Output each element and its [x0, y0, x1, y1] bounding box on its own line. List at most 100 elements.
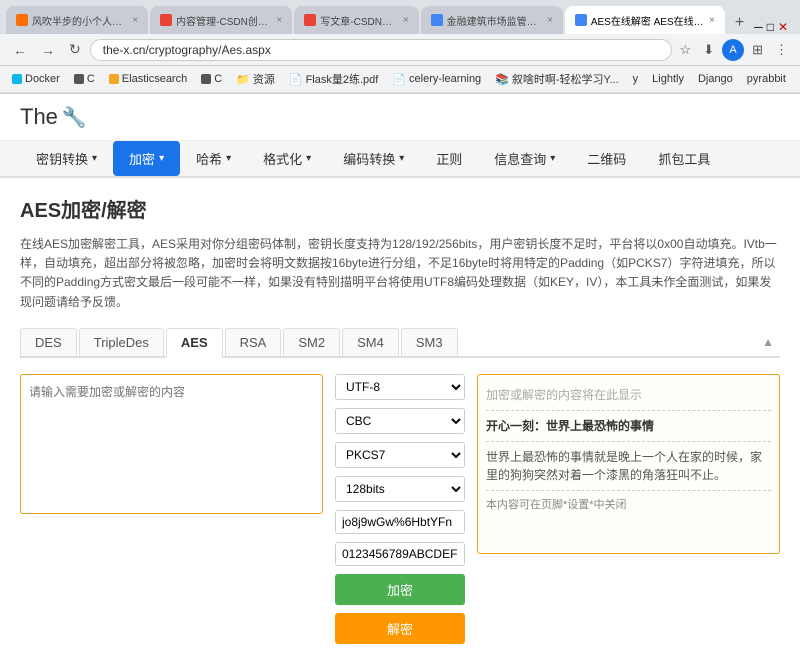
browser-chrome: 风吹半步的小个人小空间_哔哩... × 内容管理-CSDN创作中心 × 写文章-… — [0, 0, 800, 94]
bookmark-pyrabbit[interactable]: pyrabbit — [743, 71, 790, 87]
nav-key-convert-arrow: ▾ — [92, 153, 97, 164]
tab-1-label: 风吹半步的小个人小空间_哔哩... — [32, 13, 128, 28]
nav-icons: ☆ ⬇ A ⊞ ⋮ — [676, 39, 792, 61]
bookmark-celery[interactable]: 📄celery-learning — [388, 71, 485, 88]
nav-qrcode[interactable]: 二维码 — [571, 141, 642, 176]
y-icon: y — [633, 73, 639, 85]
maximize-button[interactable]: □ — [767, 20, 774, 34]
cipher-output-panel: 加密或解密的内容将在此显示 开心一刻：世界上最恐怖的事情 世界上最恐怖的事情就是… — [477, 374, 780, 644]
tab-1-close[interactable]: × — [132, 15, 138, 26]
logo-text: The — [20, 104, 58, 130]
output-divider-1 — [486, 410, 771, 411]
site-header: The 🔧 — [0, 94, 800, 141]
bookmark-resource[interactable]: 📁资源 — [232, 69, 279, 89]
decrypt-button[interactable]: 解密 — [335, 613, 465, 644]
forward-button[interactable]: → — [36, 39, 60, 61]
tab-4-favicon — [431, 14, 443, 26]
output-note: 本内容可在页脚*设置*中关闭 — [486, 497, 771, 514]
tab-tripledes[interactable]: TripleDes — [79, 328, 164, 356]
bookmark-django[interactable]: Django — [694, 71, 737, 87]
download-button[interactable]: ⬇ — [699, 40, 718, 60]
cipher-input-panel — [20, 374, 323, 644]
nav-encrypt[interactable]: 加密 ▾ — [113, 141, 180, 176]
elastic-icon — [109, 74, 119, 84]
output-divider-3 — [486, 490, 771, 491]
tab-5-favicon — [575, 14, 587, 26]
reload-button[interactable]: ↻ — [64, 38, 86, 61]
flask-icon: 📄 — [289, 73, 303, 86]
tab-sm4[interactable]: SM4 — [342, 328, 399, 356]
encrypt-button[interactable]: 加密 — [335, 574, 465, 605]
tab-sm3[interactable]: SM3 — [401, 328, 458, 356]
tab-rsa[interactable]: RSA — [225, 328, 282, 356]
profile-button[interactable]: A — [722, 39, 744, 61]
main-content: AES加密/解密 在线AES加密解密工具，AES采用对你分组密码体制，密钥长度支… — [0, 178, 800, 660]
tab-4[interactable]: 金融建筑市场监管公共服务平... × — [421, 6, 563, 34]
minimize-button[interactable]: ─ — [754, 20, 763, 34]
nav-info[interactable]: 信息查询 ▾ — [478, 141, 571, 176]
iv-input[interactable] — [335, 542, 465, 566]
nav-encode-arrow: ▾ — [399, 153, 404, 164]
bookmark-zstd[interactable]: 知识付费善书笔-zstd — [796, 69, 800, 89]
nav-packet[interactable]: 抓包工具 — [642, 141, 726, 176]
bookmark-c1[interactable]: C — [70, 71, 99, 87]
key-input[interactable] — [335, 510, 465, 534]
bookmark-star-button[interactable]: ☆ — [676, 40, 696, 60]
tab-3-close[interactable]: × — [403, 15, 409, 26]
celery-icon: 📄 — [392, 73, 406, 86]
padding-select[interactable]: PKCS7 ISO10126 AnsiX923 ZeroPadding NoPa… — [335, 442, 465, 468]
tab-4-label: 金融建筑市场监管公共服务平... — [447, 13, 543, 28]
bits-select[interactable]: 128bits 192bits 256bits — [335, 476, 465, 502]
cipher-tab-arrow: ▲ — [756, 329, 780, 355]
cipher-controls-panel: UTF-8 GBK Base64 CBC ECB CTR CFB OFB PKC… — [335, 374, 465, 644]
nav-hash[interactable]: 哈希 ▾ — [180, 141, 247, 176]
learn-icon: 📚 — [495, 73, 509, 86]
output-divider-2 — [486, 441, 771, 442]
nav-format[interactable]: 格式化 ▾ — [247, 141, 327, 176]
nav-hash-arrow: ▾ — [226, 153, 231, 164]
encoding-select[interactable]: UTF-8 GBK Base64 — [335, 374, 465, 400]
plaintext-input[interactable] — [20, 374, 323, 514]
logo-icon: 🔧 — [62, 105, 87, 130]
bookmark-flask[interactable]: 📄Flask量2练.pdf — [285, 69, 382, 89]
menu-button[interactable]: ⋮ — [771, 40, 792, 60]
page-content: The 🔧 密钥转换 ▾ 加密 ▾ 哈希 ▾ 格式化 ▾ 编码转换 ▾ 正则 信… — [0, 94, 800, 660]
tab-3[interactable]: 写文章-CSDN博客 × — [294, 6, 418, 34]
tab-4-close[interactable]: × — [547, 15, 553, 26]
new-tab-button[interactable]: + — [727, 12, 752, 34]
bookmarks-bar: Docker C Elasticsearch C 📁资源 📄Flask量2练.p… — [0, 66, 800, 93]
tab-5-close[interactable]: × — [709, 15, 715, 26]
bookmark-lightly[interactable]: Lightly — [648, 71, 688, 87]
cipher-area: UTF-8 GBK Base64 CBC ECB CTR CFB OFB PKC… — [20, 374, 780, 644]
page-title: AES加密/解密 — [20, 194, 780, 223]
tab-5[interactable]: AES在线解密 AES在线加密 A... × — [565, 6, 725, 34]
tab-sm2[interactable]: SM2 — [283, 328, 340, 356]
output-line-1: 开心一刻：世界上最恐怖的事情 — [486, 417, 771, 435]
bookmark-learn[interactable]: 📚叙啥时啊-轻松学习Y... — [491, 69, 622, 89]
close-window-button[interactable]: ✕ — [778, 20, 788, 34]
bookmark-docker[interactable]: Docker — [8, 71, 64, 87]
nav-bar: ← → ↻ ☆ ⬇ A ⊞ ⋮ — [0, 34, 800, 66]
c-icon — [74, 74, 84, 84]
tab-2[interactable]: 内容管理-CSDN创作中心 × — [150, 6, 292, 34]
tab-5-label: AES在线解密 AES在线加密 A... — [591, 13, 705, 28]
site-nav: 密钥转换 ▾ 加密 ▾ 哈希 ▾ 格式化 ▾ 编码转换 ▾ 正则 信息查询 ▾ … — [0, 141, 800, 178]
bookmark-c2[interactable]: C — [197, 71, 226, 87]
extensions-button[interactable]: ⊞ — [748, 40, 767, 60]
bookmark-y[interactable]: y — [629, 71, 643, 87]
tab-2-close[interactable]: × — [276, 15, 282, 26]
cipher-tabs: DES TripleDes AES RSA SM2 SM4 SM3 ▲ — [20, 328, 780, 358]
site-logo[interactable]: The 🔧 — [20, 104, 87, 130]
tab-3-favicon — [304, 14, 316, 26]
bookmark-elasticsearch[interactable]: Elasticsearch — [105, 71, 191, 87]
address-bar[interactable] — [90, 39, 672, 61]
window-controls: ─ □ ✕ — [754, 20, 794, 34]
tab-aes[interactable]: AES — [166, 328, 223, 358]
back-button[interactable]: ← — [8, 39, 32, 61]
tab-1[interactable]: 风吹半步的小个人小空间_哔哩... × — [6, 6, 148, 34]
tab-des[interactable]: DES — [20, 328, 77, 356]
mode-select[interactable]: CBC ECB CTR CFB OFB — [335, 408, 465, 434]
nav-regex[interactable]: 正则 — [420, 141, 478, 176]
nav-encode[interactable]: 编码转换 ▾ — [327, 141, 420, 176]
nav-key-convert[interactable]: 密钥转换 ▾ — [20, 141, 113, 176]
